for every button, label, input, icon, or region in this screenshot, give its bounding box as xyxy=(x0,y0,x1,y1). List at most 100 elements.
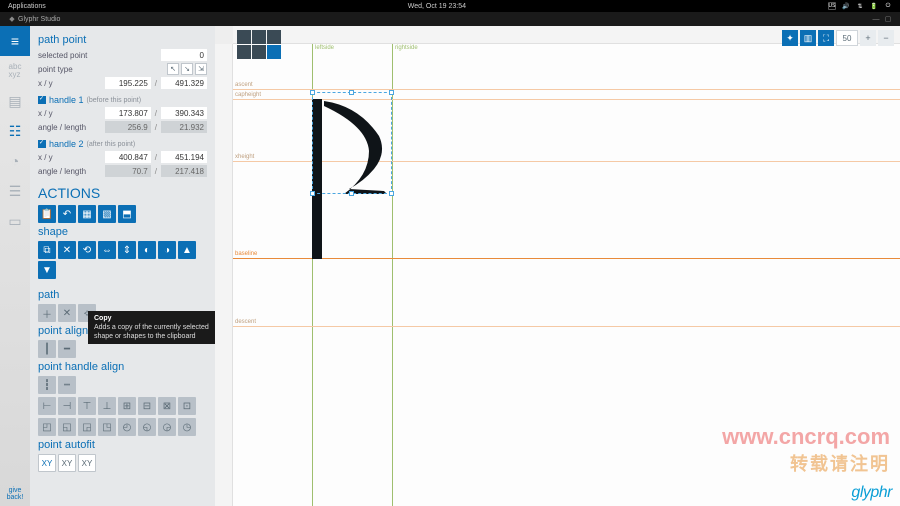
lang-indicator[interactable]: US xyxy=(828,2,836,10)
action-undo[interactable]: ↶ xyxy=(58,205,76,223)
tooltip-title: Copy xyxy=(94,314,209,323)
action-add-shape[interactable]: ▦ xyxy=(78,205,96,223)
action-paste[interactable]: 📋 xyxy=(38,205,56,223)
h2-x-input[interactable] xyxy=(105,151,151,163)
sel-handle-se[interactable] xyxy=(389,191,394,196)
align-v[interactable]: ┃ xyxy=(38,340,56,358)
tool-arrow[interactable] xyxy=(237,30,251,44)
shape-flip-h[interactable]: ⇔ xyxy=(98,241,116,259)
zoom-value[interactable]: 50 xyxy=(836,30,858,46)
nav-layers-icon[interactable]: ▤ xyxy=(0,86,30,116)
pha-1[interactable]: ┇ xyxy=(38,376,56,394)
minimize-button[interactable]: — xyxy=(870,16,882,23)
label-descent: descent xyxy=(235,319,256,325)
wifi-icon[interactable]: ⇅ xyxy=(856,2,864,10)
autofit-xy[interactable]: XY xyxy=(38,454,56,472)
nav-attributes-icon[interactable]: ☷ xyxy=(0,116,30,146)
nav-history-icon[interactable]: ◔ xyxy=(0,146,30,176)
point-y-input[interactable] xyxy=(161,77,207,89)
point-type-corner[interactable]: ↖ xyxy=(167,63,179,75)
nav-guides-icon[interactable]: ☰ xyxy=(0,176,30,206)
h2-angle-input[interactable] xyxy=(105,165,151,177)
pha-16[interactable]: ◵ xyxy=(138,418,156,436)
shape-layer-down[interactable]: ▼ xyxy=(38,261,56,279)
shape-layer-up[interactable]: ▲ xyxy=(178,241,196,259)
left-iconbar: ≡ abcxyz ▤ ☷ ◔ ☰ ▭ give back! xyxy=(0,26,30,506)
tool-pen[interactable] xyxy=(252,30,266,44)
apps-menu[interactable]: Applications xyxy=(8,3,46,10)
pha-11[interactable]: ◰ xyxy=(38,418,56,436)
volume-icon[interactable]: 🔊 xyxy=(842,2,850,10)
tool-shape[interactable] xyxy=(267,30,281,44)
shape-delete[interactable]: ✕ xyxy=(58,241,76,259)
path-add-point[interactable]: ＋ xyxy=(38,304,56,322)
action-add-component[interactable]: ▧ xyxy=(98,205,116,223)
maximize-button[interactable]: ▢ xyxy=(882,15,894,23)
shape-rotate-l[interactable]: ◐ xyxy=(138,241,156,259)
h2-y-input[interactable] xyxy=(161,151,207,163)
sel-handle-ne[interactable] xyxy=(389,90,394,95)
point-x-input[interactable] xyxy=(105,77,151,89)
pha-9[interactable]: ⊠ xyxy=(158,397,176,415)
edit-canvas[interactable]: ✦ ▥ ⛶ 50 + − leftside rightside ascent c… xyxy=(215,26,900,506)
battery-icon[interactable]: 🔋 xyxy=(870,2,878,10)
shape-copy[interactable]: ⧉ xyxy=(38,241,56,259)
window-titlebar: ◆ Glyphr Studio — ▢ xyxy=(0,12,900,26)
app-menu-icon[interactable]: ◆ xyxy=(6,15,18,23)
pha-8[interactable]: ⊟ xyxy=(138,397,156,415)
view-context-glyphs[interactable]: ✦ xyxy=(782,30,798,46)
pha-10[interactable]: ⊡ xyxy=(178,397,196,415)
pha-3[interactable]: ⊢ xyxy=(38,397,56,415)
nav-glyphs-icon[interactable]: abcxyz xyxy=(0,56,30,86)
view-fit[interactable]: ⛶ xyxy=(818,30,834,46)
h2-length-input[interactable] xyxy=(161,165,207,177)
path-delete-point[interactable]: ✕ xyxy=(58,304,76,322)
tool-path-edit[interactable] xyxy=(252,45,266,59)
zoom-out[interactable]: − xyxy=(878,30,894,46)
point-type-flat[interactable]: ↘ xyxy=(181,63,193,75)
pha-13[interactable]: ◲ xyxy=(78,418,96,436)
guide-ascent xyxy=(233,89,900,90)
pha-5[interactable]: ⊤ xyxy=(78,397,96,415)
nav-menu-icon[interactable]: ≡ xyxy=(0,26,30,56)
h1-angle-input[interactable] xyxy=(105,121,151,133)
pha-18[interactable]: ◷ xyxy=(178,418,196,436)
selection-bounds[interactable] xyxy=(312,92,392,194)
pha-7[interactable]: ⊞ xyxy=(118,397,136,415)
section-actions: ACTIONS xyxy=(38,185,207,201)
h1-length-input[interactable] xyxy=(161,121,207,133)
shape-reverse[interactable]: ⟲ xyxy=(78,241,96,259)
user-icon[interactable]: ⏻ xyxy=(884,2,892,10)
zoom-in[interactable]: + xyxy=(860,30,876,46)
point-type-symmetric[interactable]: ⇲ xyxy=(195,63,207,75)
sel-handle-n[interactable] xyxy=(349,90,354,95)
align-h[interactable]: ━ xyxy=(58,340,76,358)
handle2-checkbox[interactable] xyxy=(38,140,46,148)
pha-2[interactable]: ┅ xyxy=(58,376,76,394)
tool-point-edit[interactable] xyxy=(267,45,281,59)
tool-path-add[interactable] xyxy=(237,45,251,59)
action-get-shapes[interactable]: ⬒ xyxy=(118,205,136,223)
pha-4[interactable]: ⊣ xyxy=(58,397,76,415)
label-ascent: ascent xyxy=(235,82,253,88)
h1-x-input[interactable] xyxy=(105,107,151,119)
pha-17[interactable]: ◶ xyxy=(158,418,176,436)
pha-6[interactable]: ⊥ xyxy=(98,397,116,415)
pha-15[interactable]: ◴ xyxy=(118,418,136,436)
nav-save-icon[interactable]: ▭ xyxy=(0,206,30,236)
selected-point-input[interactable] xyxy=(161,49,207,61)
canvas-tools xyxy=(237,30,285,59)
pha-12[interactable]: ◱ xyxy=(58,418,76,436)
shape-rotate-r[interactable]: ◑ xyxy=(158,241,176,259)
h1-y-input[interactable] xyxy=(161,107,207,119)
autofit-y[interactable]: XY xyxy=(78,454,96,472)
view-split[interactable]: ▥ xyxy=(800,30,816,46)
autofit-x[interactable]: XY xyxy=(58,454,76,472)
sel-handle-s[interactable] xyxy=(349,191,354,196)
pha-14[interactable]: ◳ xyxy=(98,418,116,436)
shape-flip-v[interactable]: ⇕ xyxy=(118,241,136,259)
sel-handle-nw[interactable] xyxy=(310,90,315,95)
sel-handle-sw[interactable] xyxy=(310,191,315,196)
handle1-checkbox[interactable] xyxy=(38,96,46,104)
give-back-link[interactable]: give back! xyxy=(7,483,24,506)
